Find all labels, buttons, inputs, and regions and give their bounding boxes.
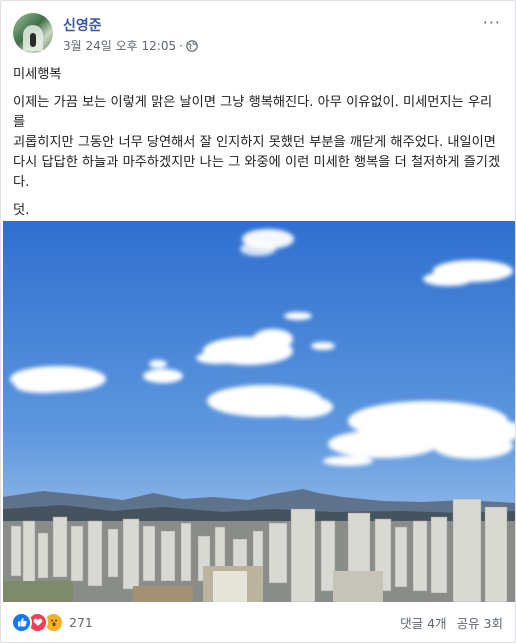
- post-footer: 271 댓글 4개 공유 3회: [11, 607, 503, 637]
- more-options-icon[interactable]: ···: [483, 15, 501, 31]
- reaction-count[interactable]: 271: [69, 615, 93, 630]
- post-title: 미세행복: [13, 67, 62, 82]
- sky-cityscape-image: [3, 221, 515, 602]
- author-name[interactable]: 신영준: [63, 15, 102, 35]
- meta-separator: ·: [179, 38, 183, 53]
- post-meta: 3월 24일 오후 12:05 ·: [63, 37, 198, 54]
- post-photo[interactable]: [3, 221, 515, 602]
- like-reaction-icon: [11, 611, 32, 633]
- shares-count[interactable]: 공유 3회: [457, 613, 503, 632]
- reactions-summary[interactable]: 271: [11, 611, 93, 633]
- comments-count[interactable]: 댓글 4개: [400, 613, 446, 632]
- globe-icon[interactable]: [186, 39, 198, 52]
- post-header: 신영준 3월 24일 오후 12:05 · ···: [13, 13, 503, 57]
- engagement-stats: 댓글 4개 공유 3회: [400, 613, 503, 632]
- post-timestamp[interactable]: 3월 24일 오후 12:05: [63, 37, 176, 54]
- avatar[interactable]: [13, 13, 53, 53]
- post-card: 신영준 3월 24일 오후 12:05 · ··· 미세행복 이제는 가끔 보는…: [0, 0, 516, 643]
- post-paragraph: 이제는 가끔 보는 이렇게 맑은 날이면 그냥 행복해진다. 아무 이유없이. …: [13, 95, 501, 190]
